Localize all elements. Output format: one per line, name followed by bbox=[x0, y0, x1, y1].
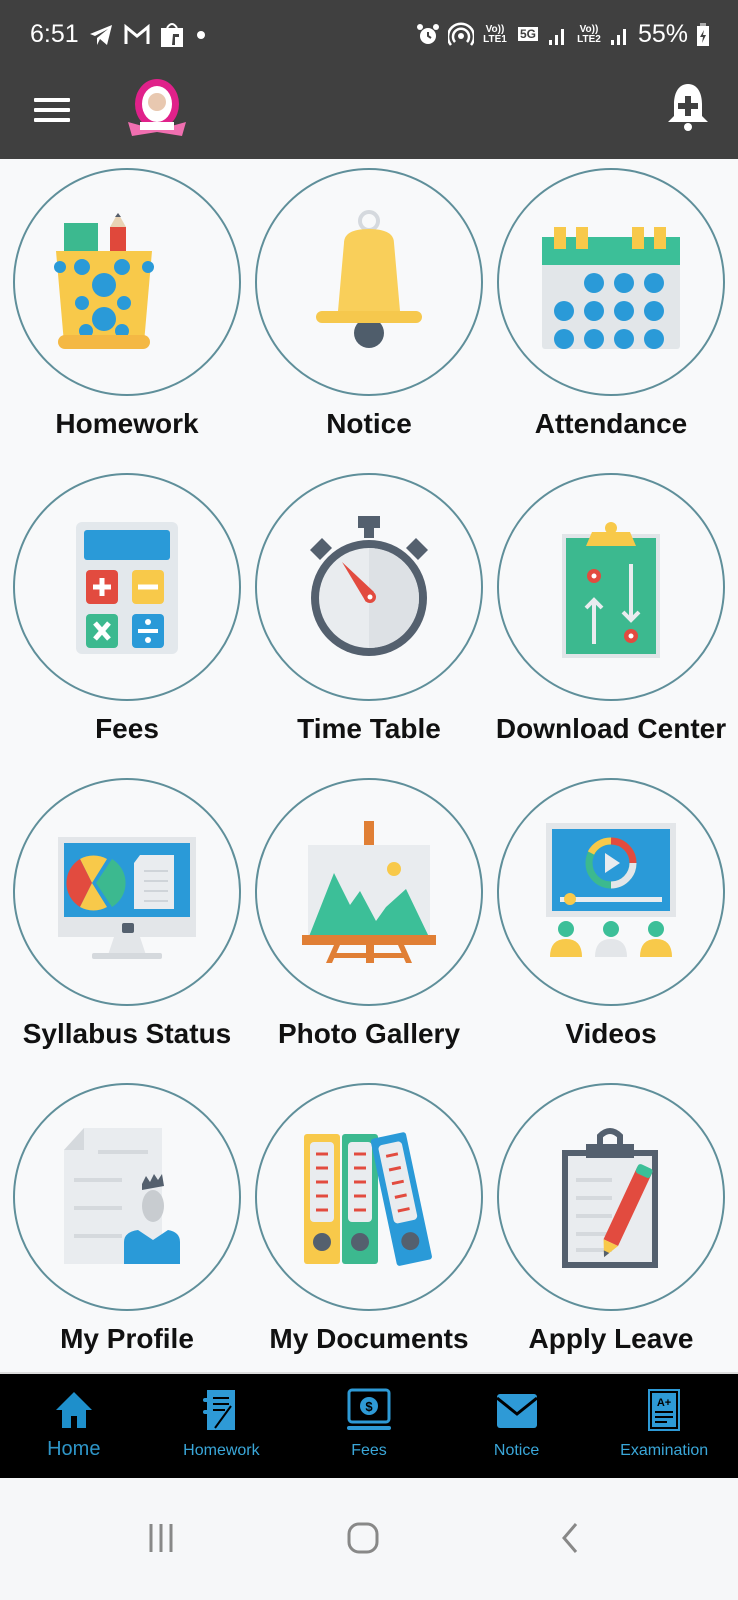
tile-circle bbox=[13, 473, 241, 701]
profile-document-icon bbox=[64, 1128, 180, 1264]
network-type: 5G bbox=[516, 26, 540, 41]
nav-notice[interactable]: Notice bbox=[443, 1374, 591, 1478]
bottom-navigation: Home Homework $ Fees Notice A+ Examinati… bbox=[0, 1372, 738, 1478]
tile-photo-gallery[interactable]: Photo Gallery bbox=[249, 778, 489, 1068]
tile-fees[interactable]: Fees bbox=[7, 473, 247, 763]
tile-circle bbox=[13, 168, 241, 396]
add-notification-button[interactable] bbox=[666, 82, 710, 132]
tile-syllabus-status[interactable]: Syllabus Status bbox=[7, 778, 247, 1068]
bell-icon bbox=[316, 210, 422, 348]
tile-label: Videos bbox=[565, 1018, 657, 1049]
tile-label: Photo Gallery bbox=[277, 1018, 461, 1049]
nav-label: Fees bbox=[351, 1442, 387, 1459]
network-label: 5G bbox=[517, 26, 538, 41]
lte1-indicator: Vo)) LTE1 bbox=[483, 23, 507, 45]
home-circle-icon bbox=[347, 1522, 379, 1554]
tile-label: Notice bbox=[326, 408, 412, 439]
tile-circle bbox=[13, 778, 241, 1006]
tile-circle bbox=[497, 473, 725, 701]
tile-label: Attendance bbox=[534, 408, 688, 439]
tile-videos[interactable]: Videos bbox=[491, 778, 731, 1068]
tile-label: Homework bbox=[55, 408, 199, 439]
tile-circle bbox=[255, 778, 483, 1006]
tile-label: Time Table bbox=[297, 713, 441, 744]
svg-text:A+: A+ bbox=[657, 1397, 671, 1409]
nav-label: Home bbox=[47, 1438, 101, 1460]
recent-apps-icon bbox=[149, 1524, 173, 1552]
clipboard-transfer-icon bbox=[562, 522, 660, 658]
nav-fees[interactable]: $ Fees bbox=[295, 1374, 443, 1478]
top-bar: 6:51 Vo)) LTE1 5G Vo)) LTE2 55% bbox=[0, 0, 738, 159]
pencil-cup-icon bbox=[54, 213, 154, 349]
telegram-icon bbox=[90, 25, 112, 45]
tile-notice[interactable]: Notice bbox=[249, 168, 489, 458]
menu-line bbox=[34, 98, 70, 102]
back-icon bbox=[562, 1523, 578, 1553]
system-navigation-bar bbox=[0, 1478, 738, 1600]
tile-label: Download Center bbox=[495, 713, 727, 744]
battery-charging-icon bbox=[697, 22, 709, 46]
nav-label: Examination bbox=[620, 1442, 709, 1459]
tile-homework[interactable]: Homework bbox=[7, 168, 247, 458]
tile-download-center[interactable]: Download Center bbox=[491, 473, 731, 763]
clipboard-pencil-icon bbox=[562, 1128, 658, 1268]
status-time: 6:51 bbox=[30, 20, 79, 48]
dot-icon bbox=[197, 31, 205, 39]
notification-icons bbox=[88, 22, 208, 48]
tile-my-documents[interactable]: My Documents bbox=[249, 1083, 489, 1373]
app-bar bbox=[0, 72, 738, 159]
calendar-icon bbox=[542, 227, 680, 349]
shopping-bag-icon bbox=[161, 23, 183, 47]
tile-circle bbox=[497, 168, 725, 396]
hamburger-menu-button[interactable] bbox=[30, 94, 74, 130]
recent-apps-button[interactable] bbox=[131, 1508, 191, 1568]
laptop-dollar-icon: $ bbox=[346, 1388, 391, 1430]
tile-apply-leave[interactable]: Apply Leave bbox=[491, 1083, 731, 1373]
gmail-icon bbox=[124, 24, 150, 44]
nav-label: Homework bbox=[183, 1442, 260, 1459]
signal-2-icon bbox=[610, 28, 626, 45]
status-right: Vo)) LTE1 5G Vo)) LTE2 55% bbox=[416, 20, 710, 49]
lte2-indicator: Vo)) LTE2 bbox=[577, 23, 601, 45]
tile-circle bbox=[497, 1083, 725, 1311]
signal-1-icon bbox=[548, 28, 564, 45]
tile-label: Apply Leave bbox=[528, 1323, 694, 1354]
menu-line bbox=[34, 108, 70, 112]
exam-paper-icon: A+ bbox=[648, 1389, 681, 1431]
tile-circle bbox=[255, 168, 483, 396]
nav-examination[interactable]: A+ Examination bbox=[590, 1374, 738, 1478]
tile-label: Fees bbox=[95, 713, 159, 744]
hotspot-icon bbox=[447, 21, 474, 46]
monitor-chart-icon bbox=[58, 837, 196, 959]
nav-label: Notice bbox=[493, 1442, 540, 1459]
easel-picture-icon bbox=[302, 821, 436, 963]
battery-percent: 55% bbox=[637, 20, 688, 48]
tile-time-table[interactable]: Time Table bbox=[249, 473, 489, 763]
status-bar: 6:51 Vo)) LTE1 5G Vo)) LTE2 55% bbox=[0, 0, 738, 72]
tile-circle bbox=[497, 778, 725, 1006]
svg-text:$: $ bbox=[365, 1399, 373, 1414]
home-icon bbox=[55, 1392, 92, 1428]
home-system-button[interactable] bbox=[333, 1508, 393, 1568]
video-presentation-icon bbox=[546, 823, 676, 957]
tile-circle bbox=[13, 1083, 241, 1311]
menu-line bbox=[34, 118, 70, 122]
tile-my-profile[interactable]: My Profile bbox=[7, 1083, 247, 1373]
tile-attendance[interactable]: Attendance bbox=[491, 168, 731, 458]
tile-circle bbox=[255, 1083, 483, 1311]
school-logo bbox=[128, 79, 186, 136]
envelope-icon bbox=[495, 1394, 538, 1428]
nav-homework[interactable]: Homework bbox=[148, 1374, 296, 1478]
calculator-icon bbox=[76, 522, 178, 654]
tile-label: My Documents bbox=[269, 1323, 469, 1354]
notebook-icon bbox=[203, 1390, 236, 1430]
tile-label: My Profile bbox=[60, 1323, 194, 1354]
stopwatch-icon bbox=[310, 516, 428, 656]
tile-circle bbox=[255, 473, 483, 701]
nav-home[interactable]: Home bbox=[0, 1374, 148, 1478]
alarm-icon bbox=[416, 23, 439, 44]
back-button[interactable] bbox=[540, 1508, 600, 1568]
binders-icon bbox=[304, 1132, 432, 1266]
tile-label: Syllabus Status bbox=[22, 1018, 232, 1049]
